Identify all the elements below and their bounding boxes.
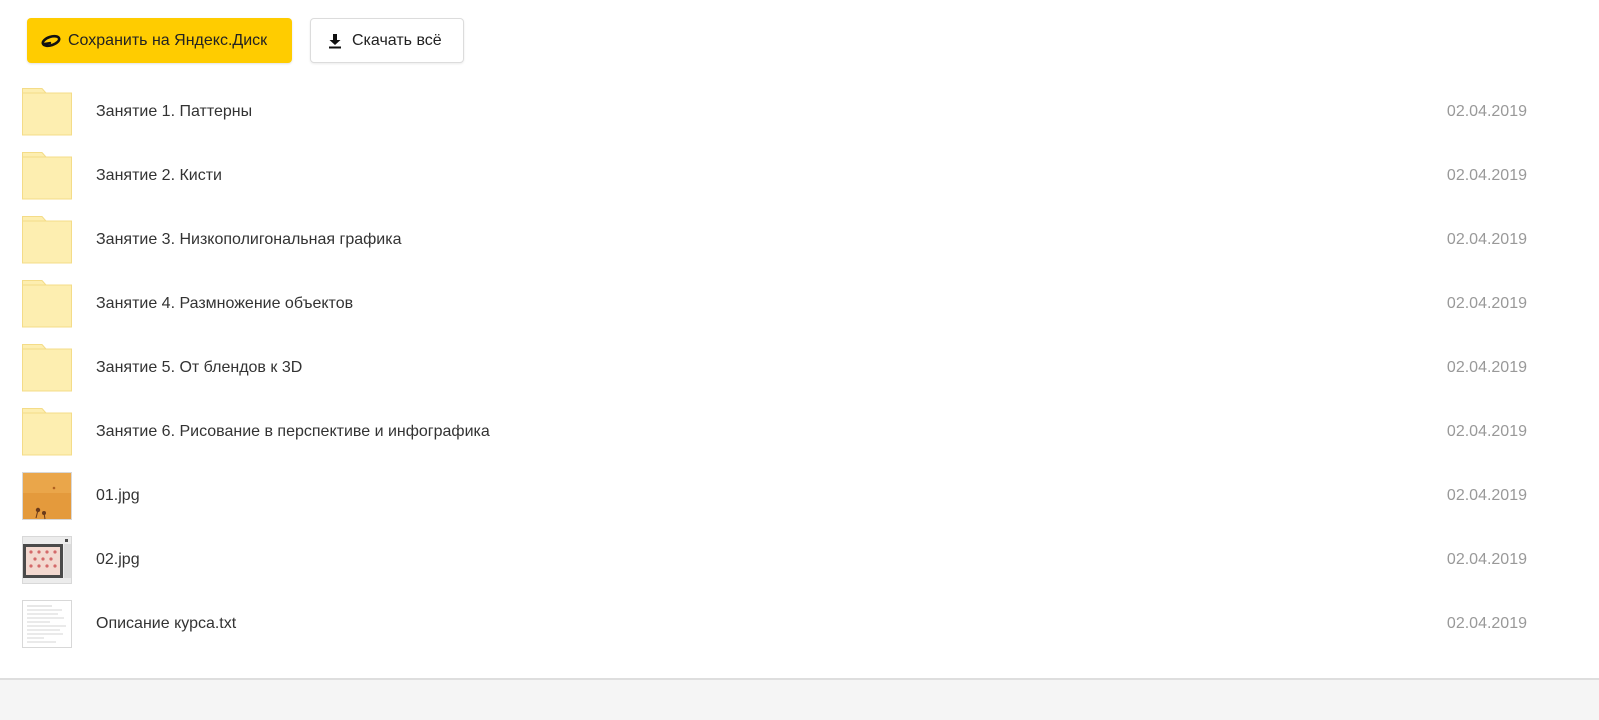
file-name: Занятие 2. Кисти	[96, 167, 222, 184]
folder-icon	[22, 280, 72, 328]
file-row[interactable]: Занятие 3. Низкополигональная графика 02…	[0, 208, 1599, 272]
file-row[interactable]: 01.jpg 02.04.2019	[0, 464, 1599, 528]
file-date: 02.04.2019	[1446, 167, 1527, 184]
file-name: 01.jpg	[96, 487, 140, 504]
file-row[interactable]: Занятие 1. Паттерны 02.04.2019	[0, 80, 1599, 144]
file-date: 02.04.2019	[1446, 295, 1527, 312]
folder-icon	[22, 408, 72, 456]
folder-icon	[22, 216, 72, 264]
file-name: Занятие 5. От блендов к 3D	[96, 359, 303, 376]
file-row[interactable]: Занятие 6. Рисование в перспективе и инф…	[0, 400, 1599, 464]
file-date: 02.04.2019	[1446, 551, 1527, 568]
folder-icon	[22, 88, 72, 136]
file-name: Описание курса.txt	[96, 615, 237, 632]
file-name: Занятие 1. Паттерны	[96, 103, 253, 120]
download-all-button[interactable]: Скачать всё	[310, 18, 464, 63]
yandex-disk-icon	[41, 31, 61, 51]
file-date: 02.04.2019	[1446, 487, 1527, 504]
toolbar: Сохранить на Яндекс.Диск Скачать всё	[27, 18, 464, 63]
download-button-label: Скачать всё	[352, 31, 442, 49]
file-date: 02.04.2019	[1446, 359, 1527, 376]
file-row[interactable]: 02.jpg 02.04.2019	[0, 528, 1599, 592]
file-row[interactable]: Описание курса.txt 02.04.2019	[0, 592, 1599, 656]
file-list: Занятие 1. Паттерны 02.04.2019 Занятие 2…	[0, 80, 1599, 656]
file-date: 02.04.2019	[1446, 231, 1527, 248]
file-name: Занятие 4. Размножение объектов	[96, 295, 354, 312]
file-date: 02.04.2019	[1446, 615, 1527, 632]
text-file-thumbnail	[22, 600, 72, 648]
file-name: Занятие 3. Низкополигональная графика	[96, 231, 402, 248]
file-row[interactable]: Занятие 2. Кисти 02.04.2019	[0, 144, 1599, 208]
image-thumbnail	[22, 536, 72, 584]
save-button-label: Сохранить на Яндекс.Диск	[68, 31, 268, 49]
image-thumbnail	[22, 472, 72, 520]
folder-icon	[22, 152, 72, 200]
file-name: 02.jpg	[96, 551, 140, 568]
footer-bar	[0, 678, 1599, 720]
file-row[interactable]: Занятие 4. Размножение объектов 02.04.20…	[0, 272, 1599, 336]
file-date: 02.04.2019	[1446, 103, 1527, 120]
folder-icon	[22, 344, 72, 392]
download-icon	[325, 31, 345, 51]
save-to-yandex-disk-button[interactable]: Сохранить на Яндекс.Диск	[27, 18, 292, 63]
file-date: 02.04.2019	[1446, 423, 1527, 440]
file-row[interactable]: Занятие 5. От блендов к 3D 02.04.2019	[0, 336, 1599, 400]
file-name: Занятие 6. Рисование в перспективе и инф…	[96, 423, 490, 440]
